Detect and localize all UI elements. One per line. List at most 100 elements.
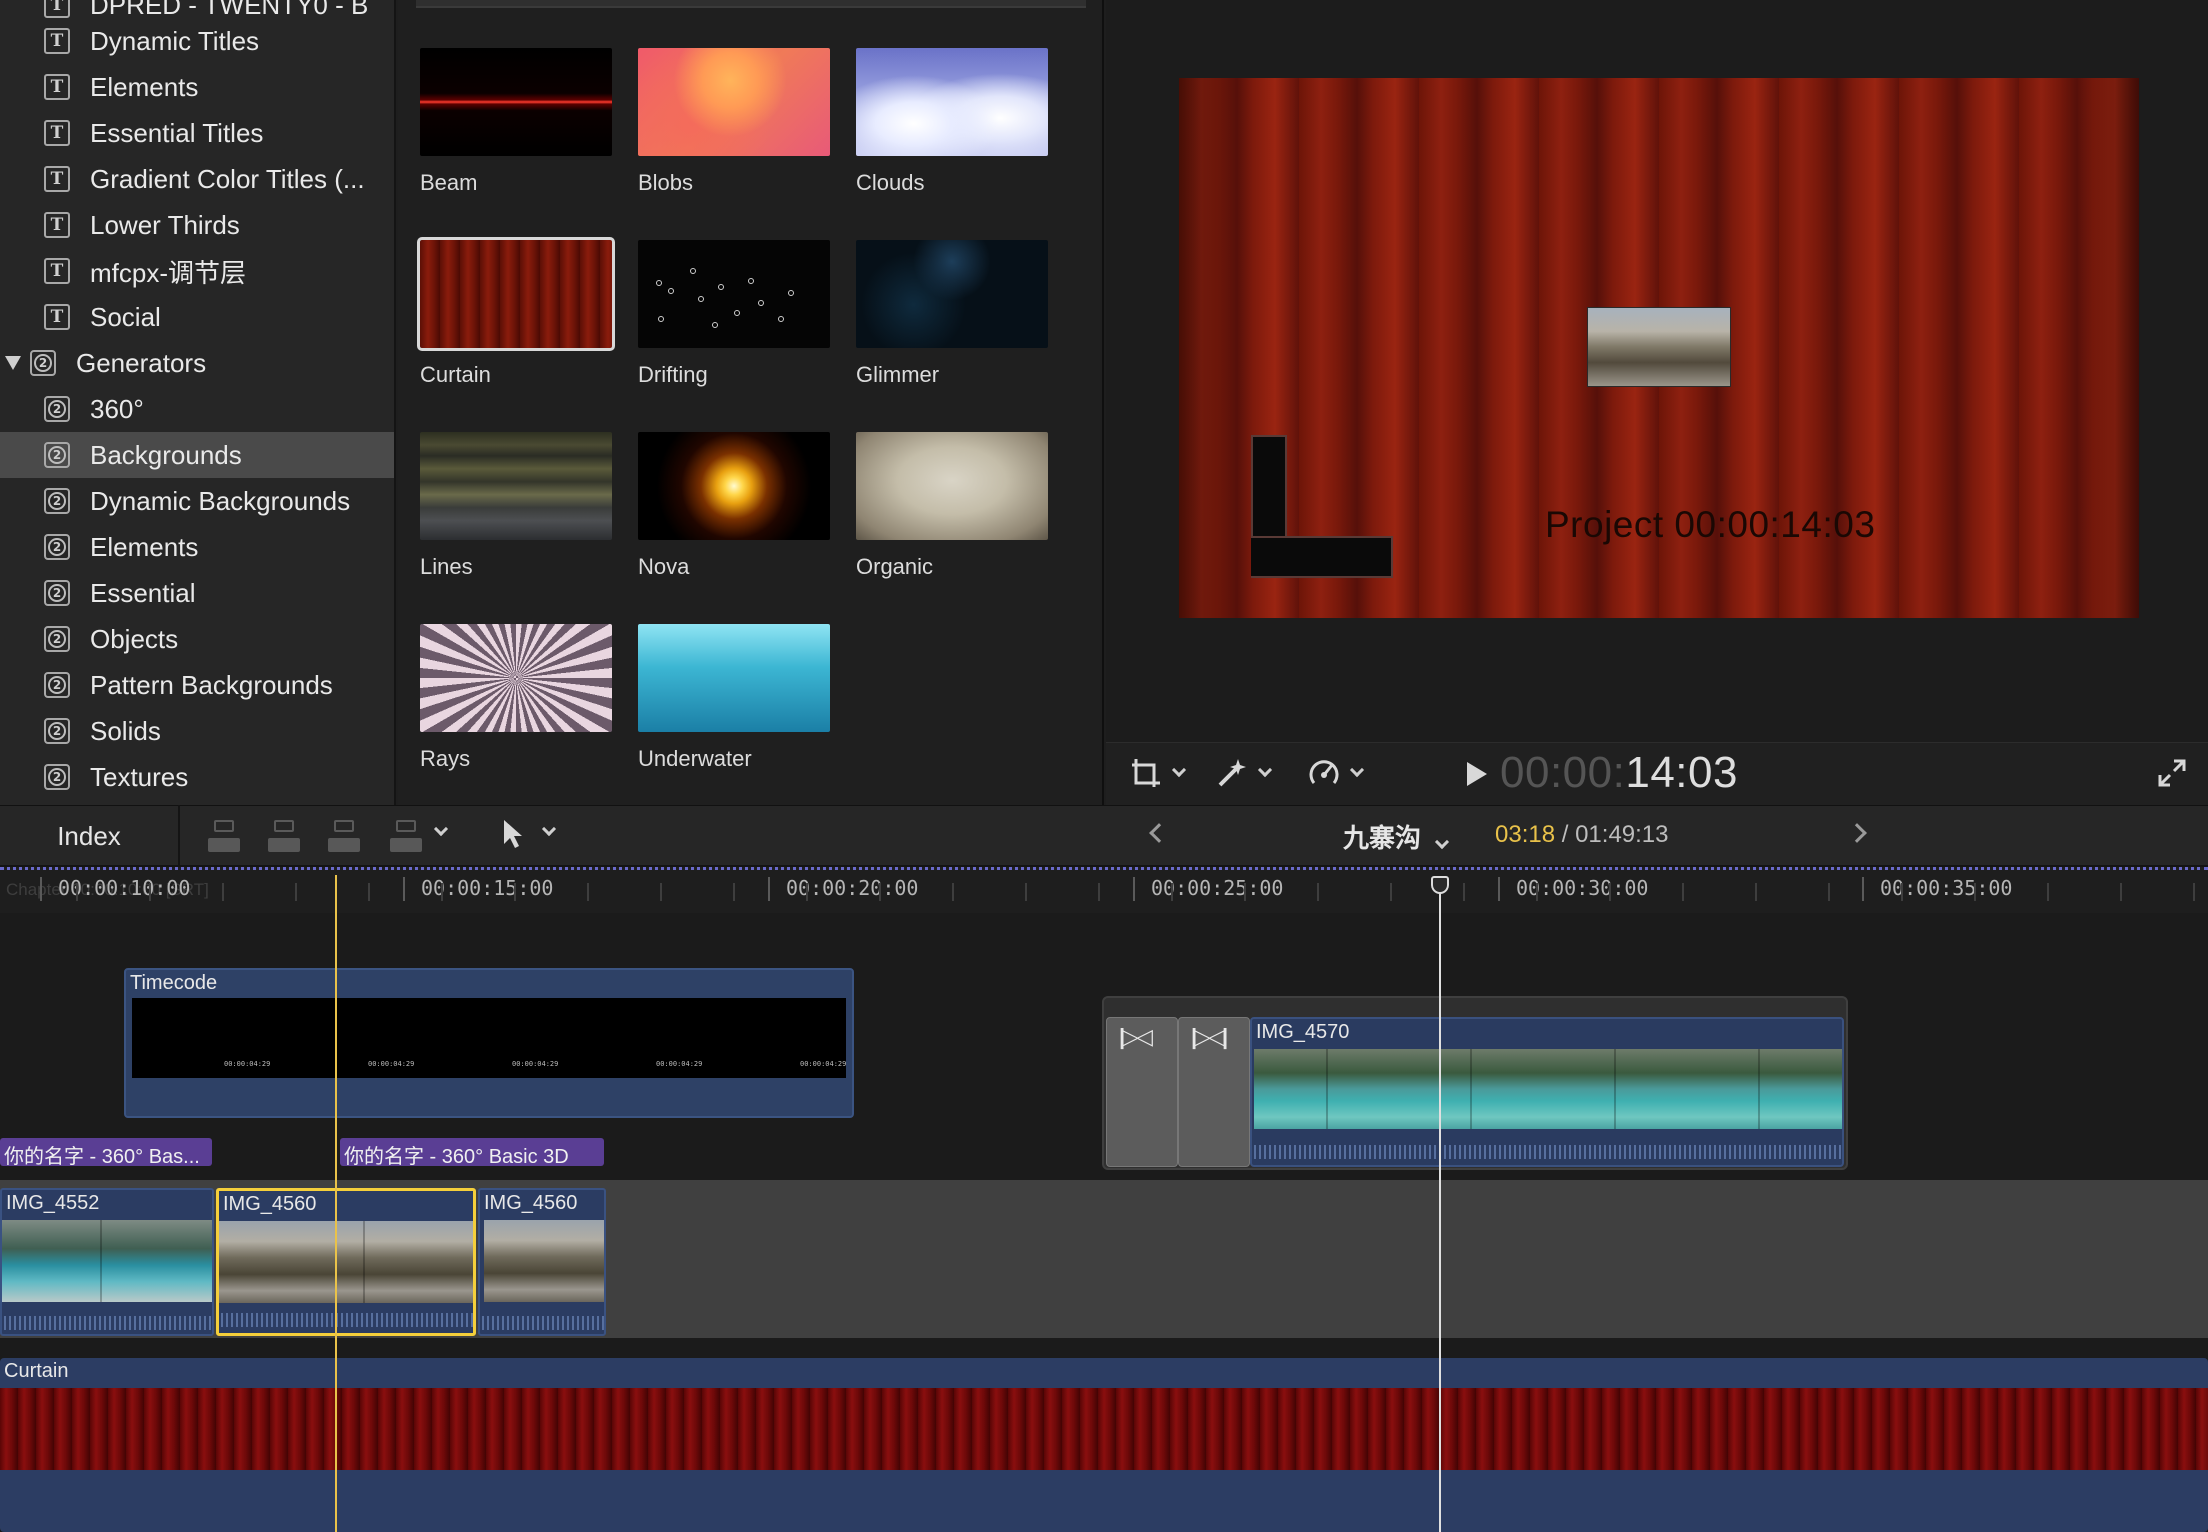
clip-title: Timecode bbox=[130, 972, 218, 994]
generator-icon-glyph: 2 bbox=[48, 630, 66, 648]
index-button[interactable]: Index bbox=[0, 805, 180, 867]
fullscreen-button[interactable] bbox=[2156, 755, 2188, 791]
connect-clip-button[interactable] bbox=[206, 820, 242, 852]
thumbnail-label: Nova bbox=[638, 554, 690, 579]
bubble-dot bbox=[734, 310, 740, 316]
title-icon: T bbox=[44, 28, 70, 54]
overwrite-clip-button[interactable] bbox=[388, 820, 424, 852]
generator-icon-glyph: 2 bbox=[48, 400, 66, 418]
ruler-minor-tick bbox=[149, 883, 151, 901]
ruler-minor-tick bbox=[733, 883, 735, 901]
mini-timecode: 00:00:04:29 bbox=[656, 1060, 703, 1068]
insert-clip-button[interactable] bbox=[266, 820, 302, 852]
thumbnail-image bbox=[638, 48, 830, 156]
transition-clip[interactable]: |▷◁| bbox=[1178, 1017, 1250, 1167]
project-duration: 03:18 / 01:49:13 bbox=[1495, 821, 1669, 849]
chevron-down-icon bbox=[1349, 762, 1365, 778]
thumbnail-image bbox=[856, 48, 1048, 156]
sidebar-item-360[interactable]: 2 360° bbox=[0, 386, 394, 432]
playhead-handle[interactable] bbox=[1431, 876, 1449, 894]
clip-filmstrip bbox=[484, 1220, 604, 1302]
generator-thumbnail-glimmer[interactable]: Glimmer bbox=[856, 240, 1050, 388]
thumbnail-image bbox=[420, 48, 612, 156]
title-clip[interactable]: 你的名字 - 360° Basic 3D bbox=[340, 1138, 604, 1166]
bubble-dot bbox=[778, 316, 784, 322]
viewer-canvas[interactable]: Project 00:00:14:03 bbox=[1179, 78, 2139, 618]
playhead-line[interactable] bbox=[1439, 880, 1441, 1532]
sidebar-item-gradient-color-titles[interactable]: T Gradient Color Titles (... bbox=[0, 156, 394, 202]
skimmer-line bbox=[335, 875, 337, 1532]
img4552-clip[interactable]: IMG_4552 bbox=[0, 1188, 214, 1336]
sidebar-item-backgrounds[interactable]: 2 Backgrounds bbox=[0, 432, 394, 478]
sidebar-item-social[interactable]: T Social bbox=[0, 294, 394, 340]
thumbnail-label: Rays bbox=[420, 746, 471, 771]
transform-menu-button[interactable] bbox=[1128, 755, 1187, 791]
generator-thumbnail-lines[interactable]: Lines bbox=[420, 432, 614, 580]
generator-icon-glyph: 2 bbox=[34, 354, 52, 372]
sidebar-item-mfcpx[interactable]: Tmfcpx-调节层 bbox=[0, 248, 394, 294]
sidebar-item-lower-thirds[interactable]: T Lower Thirds bbox=[0, 202, 394, 248]
generator-thumbnail-underwater[interactable]: Underwater bbox=[638, 624, 832, 772]
canvas-l-shape-base bbox=[1251, 536, 1393, 578]
img4560-clip[interactable]: IMG_4560 bbox=[478, 1188, 606, 1336]
arrow-pointer-icon bbox=[504, 820, 522, 848]
transition-clip[interactable]: |▷◁ bbox=[1106, 1017, 1178, 1167]
generator-thumbnail-organic[interactable]: Organic bbox=[856, 432, 1050, 580]
title-icon: T bbox=[44, 74, 70, 100]
generator-browser: Beam Blobs Clouds Curtain Drifting Glimmer Lin… bbox=[398, 0, 1104, 805]
title-icon: T bbox=[44, 0, 70, 18]
title-icon: T bbox=[44, 258, 70, 284]
sidebar: T DPRED - TWENTY0 - B T Dynamic Titles T El… bbox=[0, 0, 396, 805]
mini-timecode: 00:00:04:29 bbox=[368, 1060, 415, 1068]
thumbnail-label: Lines bbox=[420, 554, 473, 579]
generator-thumbnail-nova[interactable]: Nova bbox=[638, 432, 832, 580]
generator-thumbnail-clouds[interactable]: Clouds bbox=[856, 48, 1050, 196]
generator-icon: 2 bbox=[44, 488, 70, 514]
sidebar-item-essential-titles[interactable]: T Essential Titles bbox=[0, 110, 394, 156]
title-clip[interactable]: 你的名字 - 360° Bas... bbox=[0, 1138, 212, 1166]
generator-thumbnail-curtain[interactable]: Curtain bbox=[417, 237, 615, 388]
generator-icon: 2 bbox=[44, 442, 70, 468]
sidebar-item-essential[interactable]: 2 Essential bbox=[0, 570, 394, 616]
ruler-minor-tick bbox=[1682, 883, 1684, 901]
generator-thumbnail-beam[interactable]: Beam bbox=[420, 48, 614, 196]
img4570-clip[interactable]: IMG_4570 bbox=[1250, 1017, 1844, 1167]
sidebar-item-label: Lower Thirds bbox=[90, 209, 240, 240]
ruler-minor-tick bbox=[1536, 883, 1538, 901]
img4560-clip-selected[interactable]: IMG_4560 bbox=[216, 1188, 476, 1336]
enhance-menu-button[interactable] bbox=[1214, 755, 1273, 791]
thumbnail-label: Organic bbox=[856, 554, 934, 579]
generator-icon: 2 bbox=[44, 534, 70, 560]
timeline-ruler[interactable] bbox=[0, 867, 2208, 913]
generator-thumbnail-blobs[interactable]: Blobs bbox=[638, 48, 832, 196]
sidebar-item-solids[interactable]: 2 Solids bbox=[0, 708, 394, 754]
generator-icon: 2 bbox=[44, 718, 70, 744]
project-name-label: 九寨沟 bbox=[1343, 823, 1422, 853]
generator-icon-glyph: 2 bbox=[48, 492, 66, 510]
sidebar-item-textures[interactable]: 2 Textures bbox=[0, 754, 394, 800]
title-icon: T bbox=[44, 212, 70, 238]
browser-scroll-bar[interactable] bbox=[416, 0, 1086, 8]
select-tool-button[interactable] bbox=[500, 818, 526, 855]
generator-icon-glyph: 2 bbox=[48, 584, 66, 602]
retime-menu-button[interactable] bbox=[1306, 755, 1365, 791]
append-clip-button[interactable] bbox=[326, 820, 362, 852]
ruler-major-tick bbox=[768, 877, 770, 901]
timecode-title-clip[interactable]: Timecode 00:00:04:29 00:00:04:29 00:00:0… bbox=[124, 968, 854, 1118]
sidebar-item-objects[interactable]: 2 Objects bbox=[0, 616, 394, 662]
generator-thumbnail-drifting[interactable]: Drifting bbox=[638, 240, 832, 388]
sidebar-item-elements[interactable]: T Elements bbox=[0, 64, 394, 110]
sidebar-item-pattern-backgrounds[interactable]: 2 Pattern Backgrounds bbox=[0, 662, 394, 708]
curtain-background-clip[interactable]: Curtain bbox=[0, 1358, 2208, 1532]
sidebar-item-elements[interactable]: 2 Elements bbox=[0, 524, 394, 570]
disclosure-triangle-icon[interactable] bbox=[5, 356, 21, 370]
generator-thumbnail-rays[interactable]: Rays bbox=[420, 624, 614, 772]
sidebar-item-dynamic-titles[interactable]: T Dynamic Titles bbox=[0, 18, 394, 64]
sidebar-item-dynamic-backgrounds[interactable]: 2 Dynamic Backgrounds bbox=[0, 478, 394, 524]
sidebar-item-generators[interactable]: 2 Generators bbox=[0, 340, 394, 386]
project-name[interactable]: 九寨沟 bbox=[1343, 818, 1450, 855]
sidebar-item-label: Objects bbox=[90, 623, 179, 654]
ruler-minor-tick bbox=[368, 883, 370, 901]
play-icon[interactable] bbox=[1467, 762, 1487, 786]
sidebar-item-label: 360° bbox=[90, 393, 144, 424]
